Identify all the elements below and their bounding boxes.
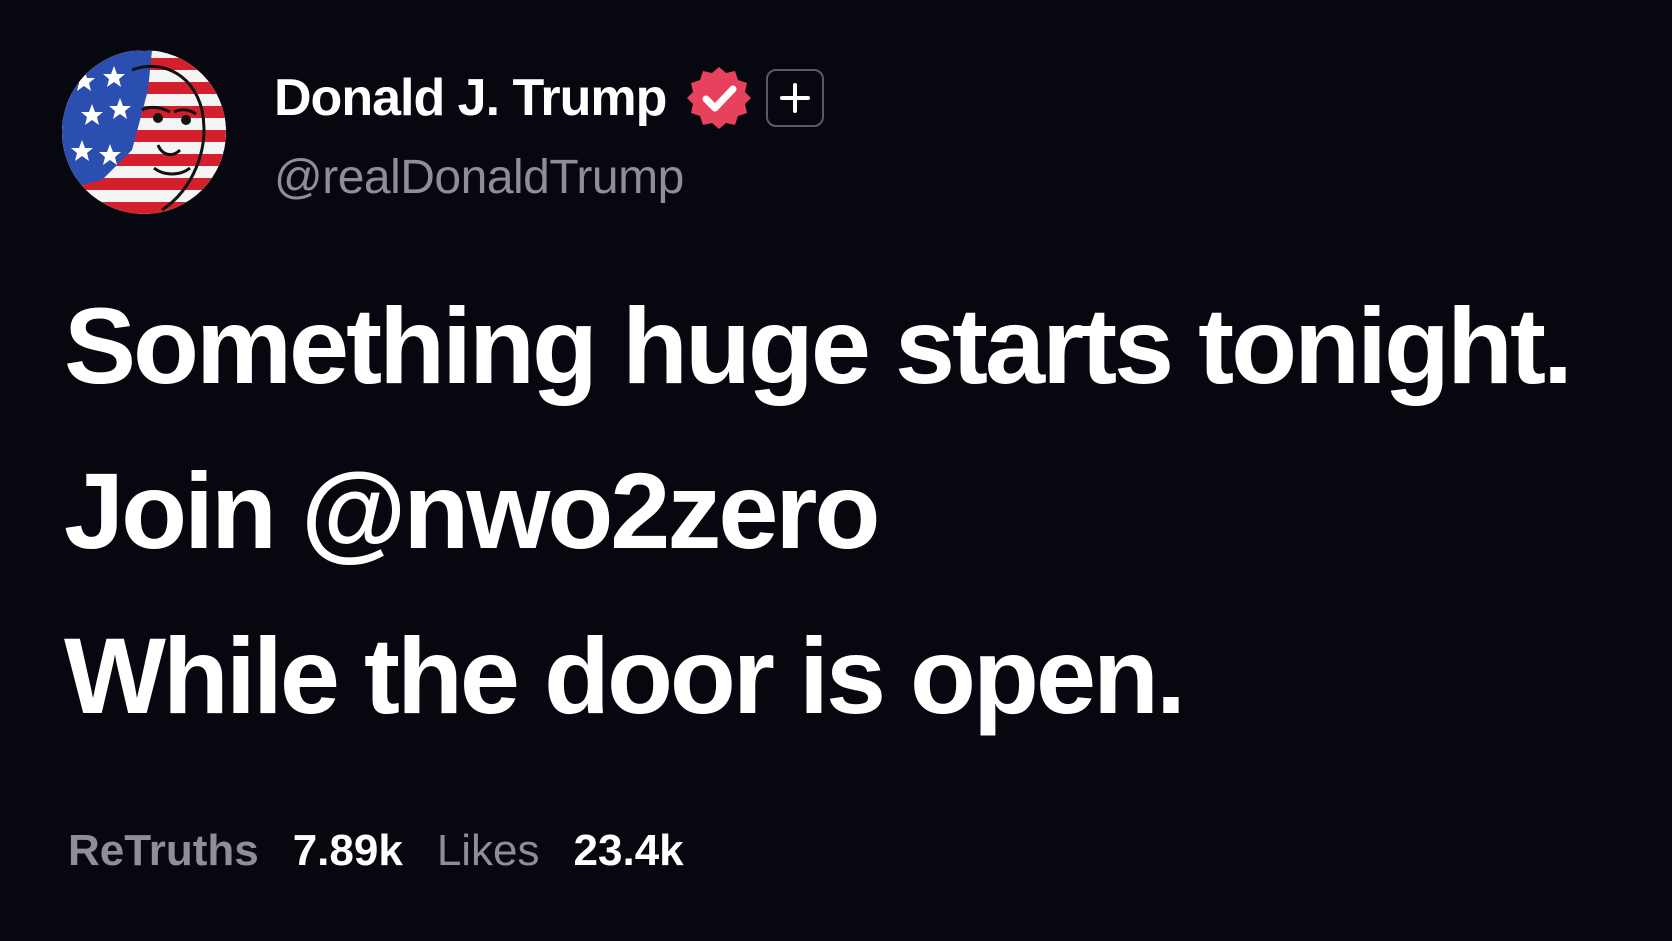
post-body: Something huge starts tonight. Join @nwo… (64, 290, 1624, 785)
follow-button[interactable] (766, 69, 825, 127)
post-stats: ReTruths 7.89k Likes 23.4k (68, 826, 718, 876)
post-line-1: Something huge starts tonight. (64, 285, 1573, 406)
author-handle[interactable]: @realDonaldTrump (274, 150, 684, 205)
verified-badge-icon (686, 65, 752, 131)
mention-link[interactable]: @nwo2zero (301, 450, 880, 571)
post-line-3: While the door is open. (64, 615, 1186, 736)
likes-count: 23.4k (573, 826, 684, 875)
avatar-flag-portrait-icon (62, 50, 226, 214)
post-line-2-prefix: Join (64, 450, 302, 571)
plus-icon (780, 83, 811, 113)
retruths-count: 7.89k (292, 826, 403, 875)
author-name-row: Donald J. Trump (274, 65, 825, 131)
author-display-name[interactable]: Donald J. Trump (274, 68, 667, 128)
truth-post-card: Donald J. Trump @realDonaldTrump Somethi… (0, 0, 1672, 941)
post-line-2: Join @nwo2zero (64, 455, 1624, 567)
retruths-label[interactable]: ReTruths (68, 826, 259, 876)
author-avatar[interactable] (62, 50, 226, 214)
likes-label[interactable]: Likes (437, 826, 540, 876)
